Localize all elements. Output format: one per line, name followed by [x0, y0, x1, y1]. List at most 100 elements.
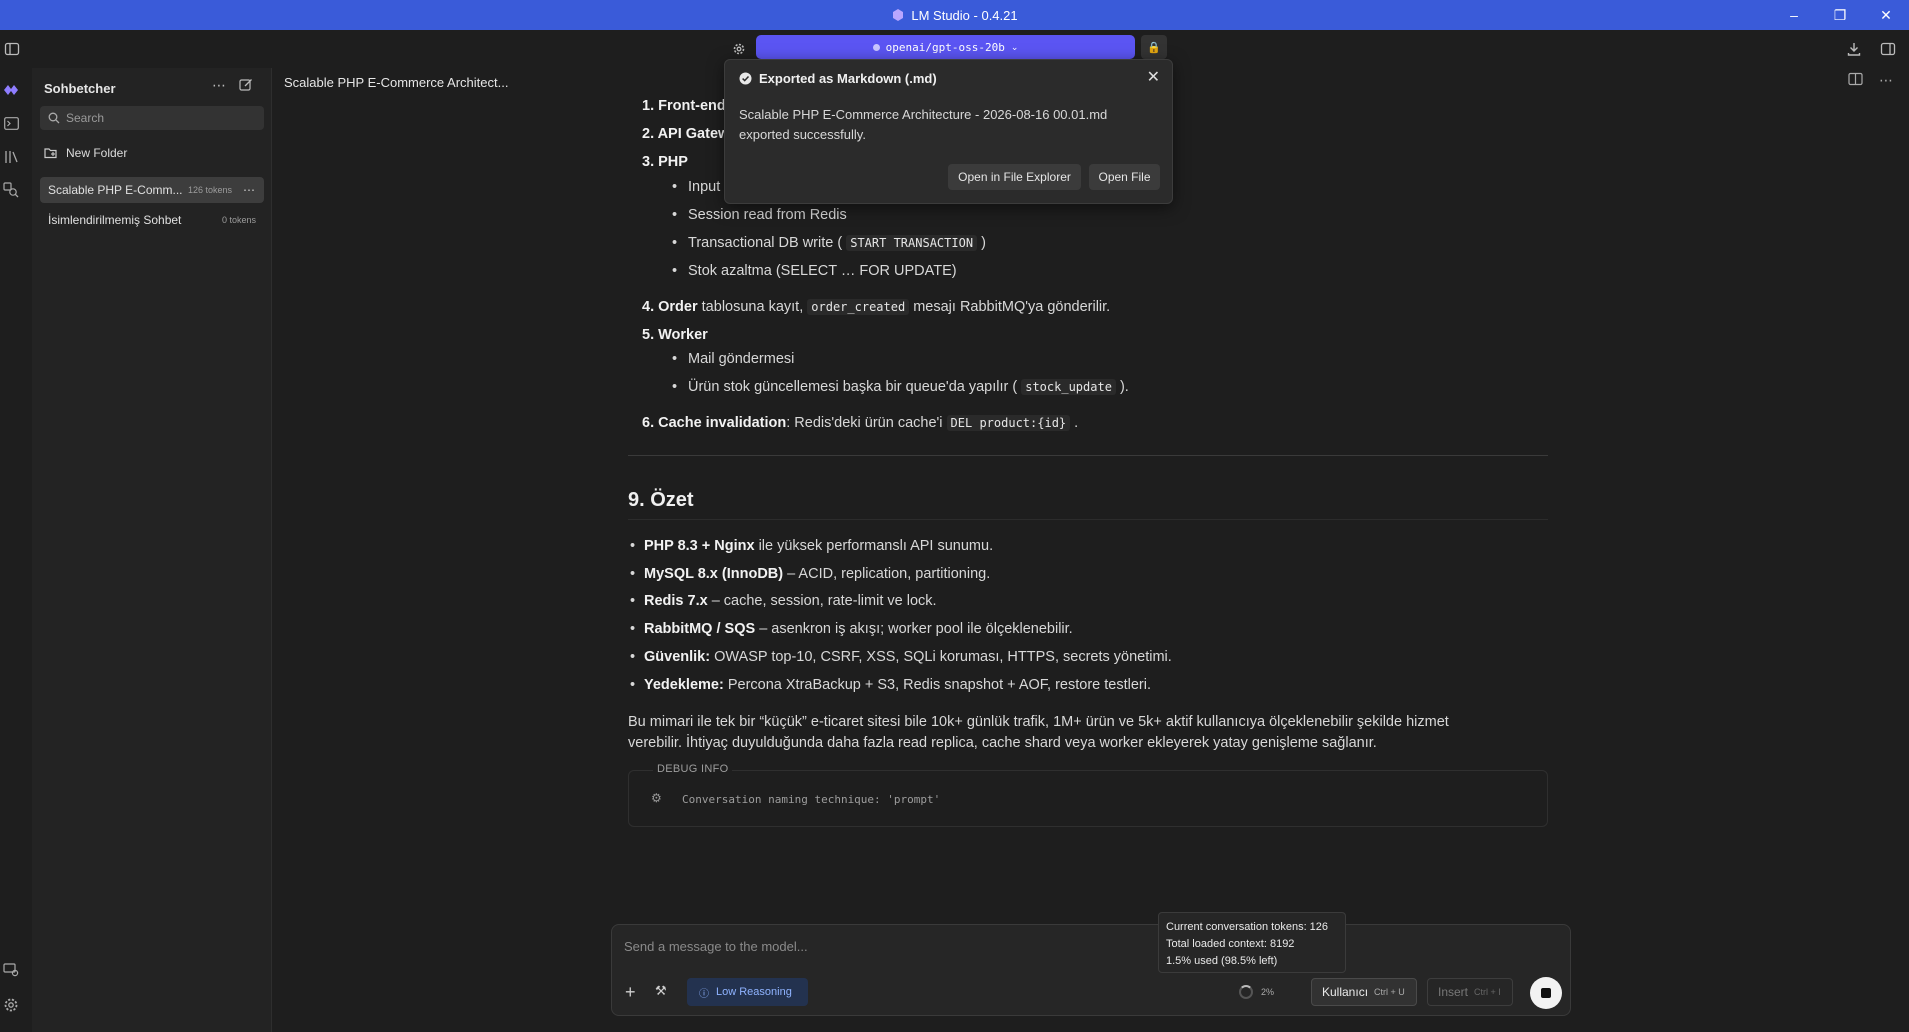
new-folder-button[interactable]: New Folder [44, 146, 127, 160]
reasoning-toggle-button[interactable]: ⓘ Low Reasoning [687, 978, 808, 1006]
app-title: LM Studio - 0.4.21 [891, 7, 1018, 23]
export-toast: Exported as Markdown (.md) ✕ Scalable PH… [724, 59, 1173, 204]
tools-icon[interactable]: ⚒ [655, 983, 667, 999]
chat-more-icon[interactable]: ⋯ [1879, 72, 1893, 89]
reasoning-label: Low Reasoning [716, 986, 792, 998]
minimize-icon[interactable]: – [1771, 0, 1817, 30]
step-item: 4. Order tablosuna kayıt, order_created … [642, 299, 1111, 315]
right-panel-toggle-icon[interactable] [1876, 37, 1900, 61]
new-chat-icon[interactable] [239, 78, 253, 95]
close-icon[interactable]: ✕ [1147, 67, 1160, 87]
chat-item-tokens: 0 tokens [222, 215, 257, 225]
chat-list-item[interactable]: Scalable PHP E-Comm... 126 tokens ⋯ [40, 177, 264, 203]
insert-button[interactable]: Insert Ctrl + I [1427, 978, 1513, 1006]
sub-item: Stok azaltma (SELECT … FOR UPDATE) [672, 261, 957, 282]
window-controls: – ❐ ✕ [1771, 0, 1909, 30]
chat-sidebar: Sohbetcher ⋯ Search New Folder Scalable … [32, 68, 272, 1032]
summary-item: Redis 7.x – cache, session, rate-limit v… [630, 591, 937, 612]
message-composer[interactable]: Send a message to the model... + ⚒ ⓘ Low… [611, 924, 1571, 1016]
context-ring-icon [1239, 985, 1253, 999]
debug-info-text: Conversation naming technique: 'prompt' [682, 793, 941, 806]
developer-icon[interactable] [0, 959, 22, 981]
new-folder-label: New Folder [66, 146, 128, 160]
divider [628, 519, 1548, 520]
search-input[interactable]: Search [40, 106, 264, 130]
sub-item: Transactional DB write ( START TRANSACTI… [672, 233, 986, 254]
split-view-icon[interactable] [1848, 72, 1863, 89]
toast-title: Exported as Markdown (.md) [739, 71, 937, 86]
download-icon[interactable] [1842, 37, 1866, 61]
lock-icon[interactable]: 🔒 [1141, 35, 1167, 59]
stop-generation-button[interactable] [1530, 977, 1562, 1009]
window-title: LM Studio - 0.4.21 [911, 7, 1018, 23]
message-input-placeholder[interactable]: Send a message to the model... [624, 939, 808, 954]
terminal-icon[interactable] [0, 112, 22, 134]
summary-paragraph: Bu mimari ile tek bir “küçük” e-ticaret … [628, 712, 1548, 754]
sub-item: Session read from Redis [672, 205, 847, 226]
restore-icon[interactable]: ❐ [1817, 0, 1863, 30]
chat-actions: ⋯ [1848, 72, 1893, 89]
bug-icon: ⚙ [651, 791, 662, 805]
more-options-icon[interactable]: ⋯ [212, 77, 226, 94]
open-file-button[interactable]: Open File [1089, 164, 1160, 190]
step-item: 5. Worker [642, 327, 708, 343]
context-tooltip: Current conversation tokens: 126 Total l… [1158, 912, 1346, 973]
context-percent: 2% [1261, 987, 1275, 997]
summary-item: RabbitMQ / SQS – asenkron iş akışı; work… [630, 619, 1073, 640]
toast-title-text: Exported as Markdown (.md) [759, 71, 937, 86]
model-name: openai/gpt-oss-20b [885, 40, 1005, 54]
insert-label: Insert [1438, 985, 1469, 999]
debug-info-panel: DEBUG INFO ⚙ Conversation naming techniq… [628, 763, 1548, 827]
sidebar-title: Sohbetcher [44, 81, 116, 96]
chat-list-item[interactable]: İsimlendirilmemiş Sohbet 0 tokens [40, 207, 264, 233]
summary-item: Yedekleme: Percona XtraBackup + S3, Redi… [630, 675, 1151, 696]
sidebar-toggle-icon[interactable] [0, 37, 24, 61]
search-placeholder: Search [66, 111, 105, 125]
open-in-file-explorer-button[interactable]: Open in File Explorer [948, 164, 1081, 190]
chat-title[interactable]: Scalable PHP E-Commerce Architect... [284, 75, 508, 90]
models-library-icon[interactable] [0, 146, 22, 168]
sub-item: Mail göndermesi [672, 349, 794, 370]
model-status-dot [872, 43, 880, 51]
chat-item-title: İsimlendirilmemiş Sohbet [48, 213, 182, 227]
inline-code: order_created [807, 299, 910, 315]
folder-plus-icon [44, 148, 57, 159]
chat-item-title: Scalable PHP E-Comm... [48, 183, 183, 197]
add-attachment-icon[interactable]: + [625, 982, 636, 1003]
step-item: 1. Front-end [642, 98, 726, 114]
toast-status: exported successfully. [739, 127, 866, 143]
lm-studio-logo-icon [893, 9, 904, 21]
sub-item: Ürün stok güncellemesi başka bir queue'd… [672, 377, 1129, 398]
toast-filename: Scalable PHP E-Commerce Architecture - 2… [739, 107, 1108, 122]
step-item: 6. Cache invalidation: Redis'deki ürün c… [642, 415, 1079, 431]
inline-code: START TRANSACTION [846, 235, 978, 251]
context-usage-indicator[interactable]: 2% [1239, 985, 1274, 999]
summary-item: MySQL 8.x (InnoDB) – ACID, replication, … [630, 564, 990, 585]
inline-code: DEL product:{id} [946, 415, 1071, 431]
debug-info-label: DEBUG INFO [653, 763, 733, 775]
chevron-down-icon: ⌄ [1010, 41, 1019, 52]
role-shortcut: Ctrl + U [1374, 987, 1405, 997]
title-bar: LM Studio - 0.4.21 – ❐ ✕ [0, 0, 1909, 30]
check-circle-icon [739, 72, 752, 85]
tooltip-line: Total loaded context: 8192 [1166, 938, 1295, 951]
inline-code: stock_update [1021, 379, 1116, 395]
tooltip-line: 1.5% used (98.5% left) [1166, 955, 1278, 968]
role-label: Kullanıcı [1322, 985, 1369, 999]
model-selector[interactable]: openai/gpt-oss-20b ⌄ [756, 35, 1135, 59]
summary-item: PHP 8.3 + Nginx ile yüksek performanslı … [630, 536, 993, 557]
step-item: 2. API Gatew [642, 126, 730, 142]
chat-item-menu-icon[interactable]: ⋯ [243, 183, 255, 197]
role-select-button[interactable]: Kullanıcı Ctrl + U [1311, 978, 1417, 1006]
insert-shortcut: Ctrl + I [1474, 987, 1501, 997]
tooltip-line: Current conversation tokens: 126 [1166, 921, 1329, 933]
discover-search-icon[interactable] [0, 179, 22, 201]
paragraph-line: verebilir. İhtiyaç duyulduğunda daha faz… [628, 735, 1377, 752]
info-icon: ⓘ [699, 988, 709, 1000]
chat-icon[interactable] [0, 79, 22, 101]
gear-icon[interactable] [727, 37, 751, 61]
close-icon[interactable]: ✕ [1863, 0, 1909, 30]
step-item: 3. PHP [642, 154, 688, 170]
nav-rail [0, 68, 32, 1032]
settings-gear-icon[interactable] [0, 994, 22, 1016]
